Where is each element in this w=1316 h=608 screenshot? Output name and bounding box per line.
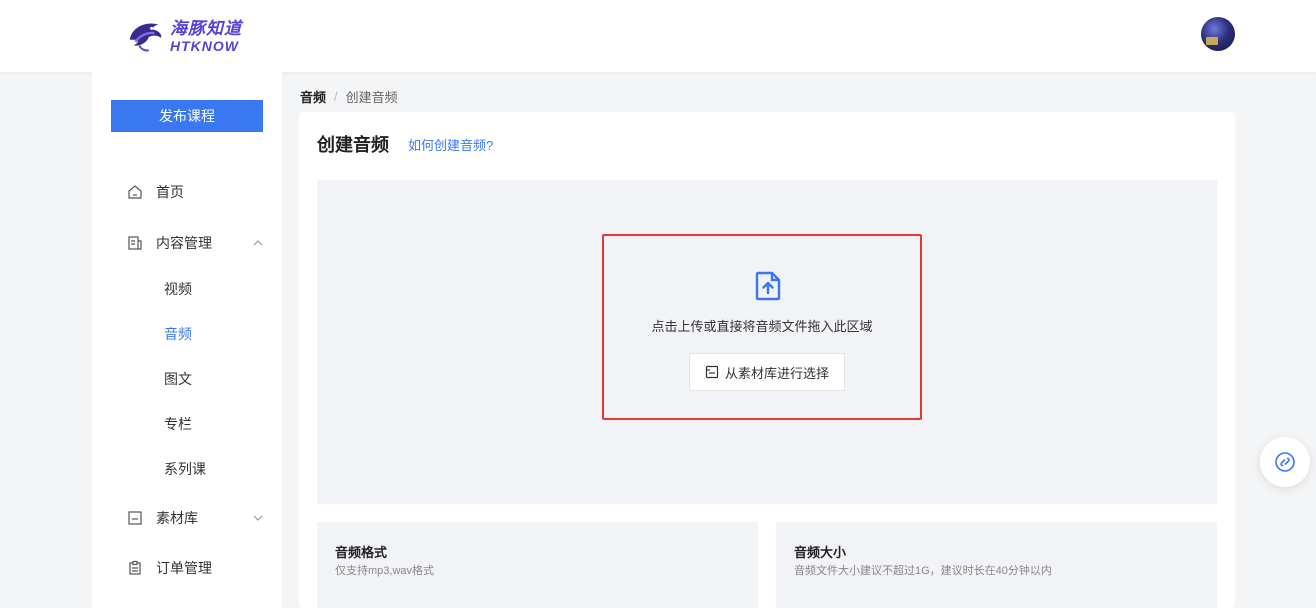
page-title: 创建音频: [317, 135, 389, 155]
upload-hint-text: 点击上传或直接将音频文件拖入此区域: [651, 319, 873, 334]
help-link[interactable]: 如何创建音频?: [408, 135, 493, 154]
logo-text-cn: 海豚知道: [170, 18, 242, 38]
breadcrumb: 音频 / 创建音频: [300, 87, 398, 106]
folder-icon: [128, 511, 142, 525]
sidebar-item-orders[interactable]: 订单管理: [92, 556, 282, 580]
info-desc: 音频文件大小建议不超过1G，建议时长在40分钟以内: [794, 565, 1052, 577]
sidebar-item-label: 素材库: [156, 510, 198, 526]
logo-text-en: HTKNOW: [170, 37, 239, 54]
sidebar: 发布课程 首页 内容管理 视频 音频 图文 专栏 系列课 素材库 订单管理: [92, 72, 282, 608]
file-upload-icon[interactable]: [752, 270, 784, 302]
link-icon: [1275, 452, 1295, 472]
select-from-library-label: 从素材库进行选择: [724, 365, 829, 381]
sidebar-item-label: 订单管理: [156, 560, 212, 576]
sidebar-subitem-audio[interactable]: 音频: [164, 324, 192, 344]
sidebar-subitem-article[interactable]: 图文: [164, 369, 192, 389]
main-card: 创建音频 如何创建音频? 点击上传或直接将音频文件拖入此区域 从素材库进行选择 …: [299, 112, 1235, 608]
sidebar-item-label: 内容管理: [156, 235, 212, 251]
info-title: 音频格式: [335, 545, 388, 560]
sidebar-subitem-video[interactable]: 视频: [164, 279, 192, 299]
chevron-up-icon[interactable]: [252, 237, 264, 249]
upload-highlight-box: 点击上传或直接将音频文件拖入此区域 从素材库进行选择: [602, 234, 922, 420]
logo[interactable]: 海豚知道 HTKNOW: [126, 16, 242, 56]
dolphin-logo-icon: [129, 23, 162, 52]
publish-course-button[interactable]: 发布课程: [111, 100, 263, 132]
sidebar-subitem-series[interactable]: 系列课: [164, 459, 206, 479]
folder-icon: [705, 365, 719, 379]
info-desc: 仅支持mp3,wav格式: [335, 565, 435, 577]
info-box-size: 音频大小 音频文件大小建议不超过1G，建议时长在40分钟以内: [776, 522, 1217, 608]
sidebar-item-home[interactable]: 首页: [92, 180, 282, 204]
clipboard-icon: [129, 560, 141, 575]
chevron-down-icon[interactable]: [252, 512, 264, 524]
breadcrumb-separator: /: [334, 89, 338, 104]
info-box-format: 音频格式 仅支持mp3,wav格式: [317, 522, 758, 608]
breadcrumb-current: 创建音频: [345, 90, 398, 105]
floating-link-button[interactable]: [1260, 437, 1310, 487]
sidebar-item-label: 首页: [156, 184, 184, 200]
upload-dropzone[interactable]: 点击上传或直接将音频文件拖入此区域 从素材库进行选择: [317, 180, 1217, 504]
sidebar-subitem-column[interactable]: 专栏: [164, 414, 192, 434]
sidebar-item-content[interactable]: 内容管理: [92, 231, 282, 255]
breadcrumb-root[interactable]: 音频: [300, 87, 326, 106]
sidebar-item-library[interactable]: 素材库: [92, 506, 282, 530]
info-title: 音频大小: [794, 545, 847, 560]
top-header: 海豚知道 HTKNOW: [0, 0, 1316, 72]
content-icon: [128, 236, 142, 250]
home-icon: [128, 185, 142, 199]
logo-text: 海豚知道 HTKNOW: [170, 20, 242, 53]
select-from-library-button[interactable]: 从素材库进行选择: [689, 353, 845, 391]
user-avatar[interactable]: [1201, 17, 1235, 51]
